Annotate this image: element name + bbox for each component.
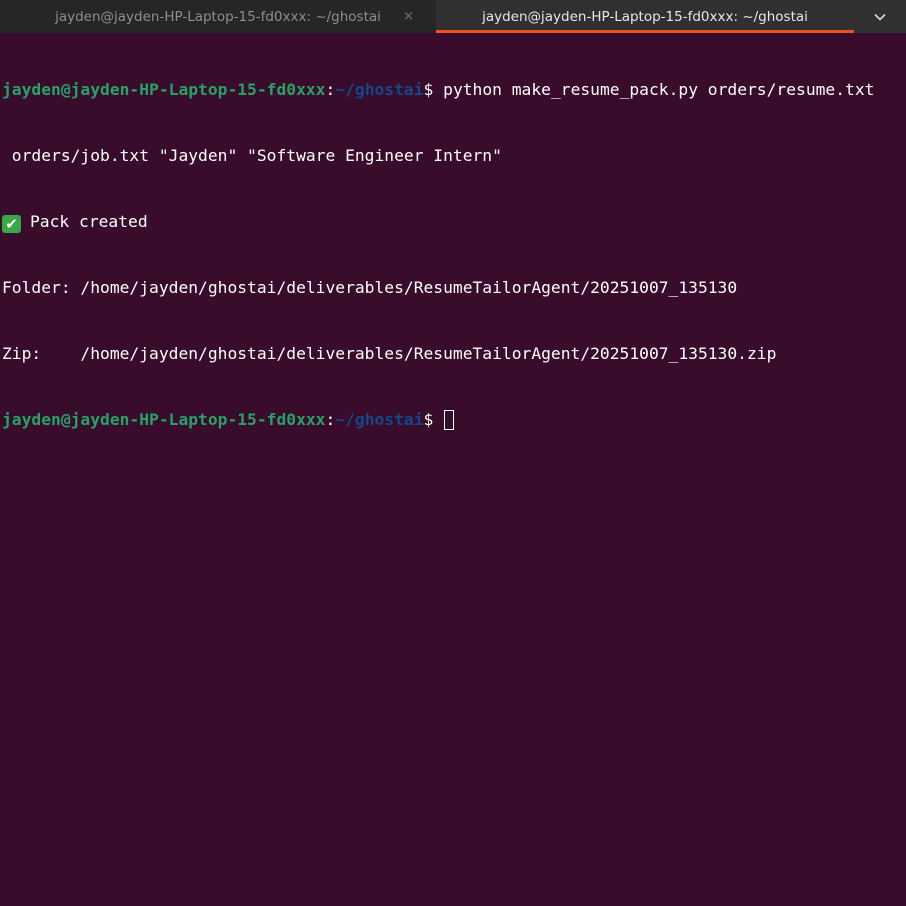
command-text: python make_resume_pack.py orders/resume… [443, 80, 875, 99]
command-line: jayden@jayden-HP-Laptop-15-fd0xxx:~/ghos… [2, 79, 906, 101]
tab-inactive[interactable]: jayden@jayden-HP-Laptop-15-fd0xxx: ~/gho… [0, 0, 436, 33]
text-cursor[interactable] [444, 410, 455, 430]
zip-output-line: Zip: /home/jayden/ghostai/deliverables/R… [2, 343, 906, 365]
terminal-output[interactable]: jayden@jayden-HP-Laptop-15-fd0xxx:~/ghos… [2, 35, 906, 475]
prompt-separator: : [325, 410, 336, 429]
tab-title: jayden@jayden-HP-Laptop-15-fd0xxx: ~/gho… [55, 8, 381, 25]
tab-title: jayden@jayden-HP-Laptop-15-fd0xxx: ~/gho… [482, 8, 808, 25]
tabs-menu-button[interactable] [854, 0, 906, 33]
status-text: Pack created [30, 212, 148, 231]
folder-path-text: Folder: /home/jayden/ghostai/deliverable… [2, 278, 738, 297]
check-mark-icon: ✔ [2, 215, 21, 233]
prompt-user-host: jayden@jayden-HP-Laptop-15-fd0xxx [2, 410, 326, 429]
prompt-separator: : [325, 80, 336, 99]
command-text-continued: orders/job.txt "Jayden" "Software Engine… [2, 146, 502, 165]
zip-path-text: Zip: /home/jayden/ghostai/deliverables/R… [2, 344, 777, 363]
tab-bar: jayden@jayden-HP-Laptop-15-fd0xxx: ~/gho… [0, 0, 906, 33]
chevron-down-icon [874, 13, 886, 21]
active-prompt-line: jayden@jayden-HP-Laptop-15-fd0xxx:~/ghos… [2, 409, 906, 431]
command-continuation: orders/job.txt "Jayden" "Software Engine… [2, 145, 906, 167]
prompt-symbol: $ [423, 410, 444, 429]
folder-output-line: Folder: /home/jayden/ghostai/deliverable… [2, 277, 906, 299]
terminal-window: jayden@jayden-HP-Laptop-15-fd0xxx: ~/gho… [0, 0, 906, 906]
prompt-user-host: jayden@jayden-HP-Laptop-15-fd0xxx [2, 80, 326, 99]
tab-active[interactable]: jayden@jayden-HP-Laptop-15-fd0xxx: ~/gho… [436, 0, 854, 33]
prompt-path: ~/ghostai [335, 410, 424, 429]
status-line: ✔ Pack created [2, 211, 906, 233]
prompt-symbol: $ [423, 80, 444, 99]
close-icon[interactable]: ✕ [403, 9, 414, 24]
prompt-path: ~/ghostai [335, 80, 424, 99]
